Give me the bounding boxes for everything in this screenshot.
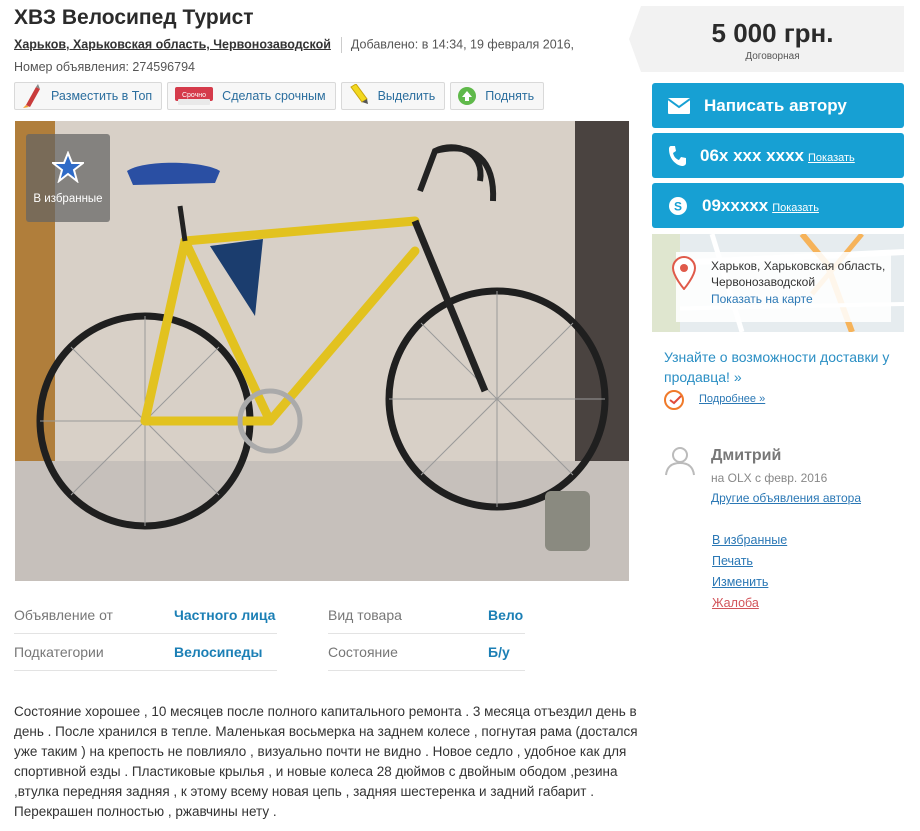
up-icon	[458, 87, 477, 105]
skype-button[interactable]: S 09xxxxx Показать	[652, 183, 904, 228]
location-map[interactable]: Харьков, Харьковская область, Червонозав…	[652, 234, 904, 332]
phone-icon	[669, 145, 686, 166]
bump-up-button[interactable]: Поднять	[450, 82, 545, 110]
star-icon	[52, 151, 84, 183]
detail-product-type: Вид товара Вело	[328, 597, 525, 634]
detail-value[interactable]: Частного лица	[174, 607, 275, 623]
detail-offer-from: Объявление от Частного лица	[14, 597, 277, 634]
promo-actions: Разместить в Топ Срочно Сделать срочным …	[14, 82, 545, 110]
price-note: Договорная	[745, 51, 800, 62]
highlighter-icon	[349, 84, 368, 104]
detail-label: Состояние	[328, 644, 398, 660]
detail-condition: Состояние Б/у	[328, 634, 525, 671]
detail-value[interactable]: Б/у	[488, 644, 510, 660]
delivery-info-link[interactable]: Узнайте о возможности доставки у продавц…	[664, 347, 896, 387]
user-avatar-icon	[665, 447, 695, 476]
phone-button[interactable]: 06x xxx xxxx Показать	[652, 133, 904, 178]
seller-other-ads-link[interactable]: Другие объявления автора	[711, 491, 861, 505]
detail-value[interactable]: Вело	[488, 607, 523, 623]
make-urgent-label: Сделать срочным	[222, 89, 326, 103]
phone-number: 06x xxx xxxx	[700, 145, 804, 165]
map-pin-icon	[672, 256, 696, 290]
price-box: 5 000 грн. Договорная	[629, 6, 904, 72]
show-skype-link[interactable]: Показать	[772, 202, 819, 214]
favorites-badge-label: В избранные	[33, 193, 103, 205]
detail-label: Объявление от	[14, 607, 113, 623]
seller-name: Дмитрий	[711, 447, 782, 464]
urgent-icon: Срочно	[175, 87, 214, 105]
location-link[interactable]: Харьков, Харьковская область, Червонозав…	[14, 37, 331, 51]
ad-number: Номер объявления: 274596794	[14, 60, 195, 74]
highlight-button[interactable]: Выделить	[340, 82, 446, 110]
bump-up-label: Поднять	[485, 89, 535, 103]
promote-top-button[interactable]: Разместить в Топ	[14, 82, 163, 110]
price: 5 000 грн.	[711, 18, 834, 48]
listing-photo[interactable]: В избранные	[15, 121, 629, 581]
complaint-link[interactable]: Жалоба	[712, 596, 759, 610]
listing-meta: Харьков, Харьковская область, Червонозав…	[14, 37, 574, 53]
rocket-icon	[23, 84, 40, 108]
skype-icon: S	[669, 196, 687, 215]
show-phone-link[interactable]: Показать	[808, 152, 855, 164]
svg-text:Срочно: Срочно	[182, 92, 206, 99]
detail-value[interactable]: Велосипеды	[174, 644, 262, 660]
detail-label: Подкатегории	[14, 644, 104, 660]
contact-author-label: Написать автору	[704, 95, 847, 115]
divider	[340, 37, 342, 53]
edit-link[interactable]: Изменить	[712, 575, 768, 589]
svg-text:S: S	[674, 199, 682, 213]
add-to-favorites-badge[interactable]: В избранные	[26, 134, 110, 222]
listing-description: Состояние хорошее , 10 месяцев после пол…	[14, 704, 638, 819]
add-to-favorites-link[interactable]: В избранные	[712, 533, 787, 547]
envelope-icon	[668, 97, 690, 114]
detail-subcategory: Подкатегории Велосипеды	[14, 634, 277, 671]
make-urgent-button[interactable]: Срочно Сделать срочным	[167, 82, 336, 110]
detail-label: Вид товара	[328, 607, 402, 623]
skype-id: 09xxxxx	[702, 195, 769, 215]
show-on-map-link[interactable]: Показать на карте	[711, 292, 813, 306]
page-title: ХВЗ Велосипед Турист	[14, 6, 254, 29]
map-address: Харьков, Харьковская область, Червонозав…	[711, 259, 886, 289]
highlight-label: Выделить	[377, 89, 436, 103]
promote-top-label: Разместить в Топ	[51, 89, 153, 103]
seller-since: на OLX с февр. 2016	[711, 471, 828, 485]
contact-author-button[interactable]: Написать автору	[652, 83, 904, 128]
print-link[interactable]: Печать	[712, 554, 753, 568]
delivery-icon	[664, 390, 684, 410]
delivery-more-link[interactable]: Подробнее »	[699, 393, 765, 405]
date-added: Добавлено: в 14:34, 19 февраля 2016,	[350, 37, 575, 52]
